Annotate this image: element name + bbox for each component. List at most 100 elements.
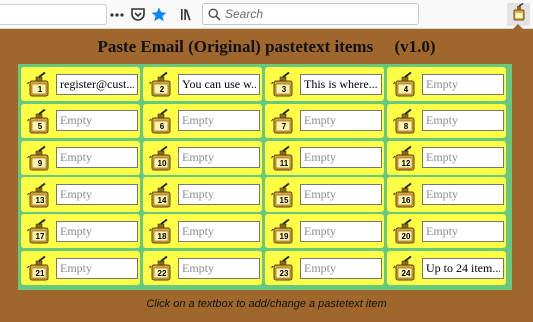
item-number: 19: [279, 232, 289, 242]
glue-bottle-icon: 9: [27, 145, 53, 171]
pastetext-item: 1: [21, 67, 140, 102]
glue-bottle-icon: 11: [271, 145, 297, 171]
search-box[interactable]: [202, 3, 419, 25]
library-icon[interactable]: [180, 6, 194, 23]
search-icon: [203, 7, 225, 21]
pastetext-textbox[interactable]: [300, 73, 382, 95]
item-number: 7: [281, 121, 287, 131]
pastetext-textbox[interactable]: [300, 220, 382, 242]
bookmark-star-icon[interactable]: [151, 6, 167, 23]
pastetext-textbox[interactable]: [422, 184, 504, 206]
pastetext-textbox[interactable]: [422, 73, 504, 95]
item-number: 1: [37, 85, 43, 95]
extension-button[interactable]: [507, 2, 530, 26]
glue-bottle-icon: 19: [271, 218, 297, 244]
pastetext-textbox[interactable]: [300, 110, 382, 132]
glue-bottle-icon: 23: [271, 255, 297, 281]
pastetext-textbox[interactable]: [422, 257, 504, 279]
glue-bottle-icon: [511, 2, 527, 26]
popup-footer: Click on a textbox to add/change a paste…: [146, 298, 387, 310]
item-number: 15: [279, 195, 289, 205]
item-number: 16: [401, 195, 411, 205]
pocket-icon[interactable]: [131, 6, 145, 23]
glue-bottle-icon: 12: [393, 145, 419, 171]
pastetext-item: 20: [387, 214, 506, 249]
item-number: 12: [401, 158, 411, 168]
popup-title: Paste Email (Original) pastetext items (…: [97, 37, 436, 56]
pastetext-item: 2: [143, 67, 262, 102]
pastetext-textbox[interactable]: [178, 184, 260, 206]
pastetext-textbox[interactable]: [56, 73, 138, 95]
pastetext-item: 13: [21, 177, 140, 212]
glue-bottle-icon: 15: [271, 182, 297, 208]
pastetext-item: 22: [143, 250, 262, 286]
pastetext-textbox[interactable]: [422, 147, 504, 169]
glue-bottle-icon: 7: [271, 108, 297, 134]
pastetext-textbox[interactable]: [178, 73, 260, 95]
item-number: 2: [159, 85, 165, 95]
glue-bottle-icon: 22: [149, 255, 175, 281]
item-number: 11: [279, 158, 289, 168]
pastetext-textbox[interactable]: [56, 220, 138, 242]
glue-bottle-icon: 14: [149, 182, 175, 208]
glue-bottle-icon: 1: [27, 71, 53, 97]
pastetext-item: 3: [265, 67, 384, 102]
pastetext-item: 9: [21, 140, 140, 175]
glue-bottle-icon: 2: [149, 71, 175, 97]
item-number: 5: [37, 121, 43, 131]
pastetext-textbox[interactable]: [178, 220, 260, 242]
browser-toolbar: [0, 0, 533, 29]
pastetext-item: 12: [387, 140, 506, 175]
item-number: 4: [403, 85, 409, 95]
search-input[interactable]: [225, 5, 410, 23]
pastetext-textbox[interactable]: [56, 184, 138, 206]
item-number: 18: [157, 232, 167, 242]
item-number: 21: [35, 269, 45, 279]
glue-bottle-icon: 10: [149, 145, 175, 171]
pastetext-textbox[interactable]: [300, 184, 382, 206]
glue-bottle-icon: 21: [27, 255, 53, 281]
item-number: 13: [35, 195, 45, 205]
pastetext-item: 4: [387, 67, 506, 102]
pastetext-textbox[interactable]: [178, 110, 260, 132]
pastetext-item: 14: [143, 177, 262, 212]
item-number: 3: [281, 85, 287, 95]
glue-bottle-icon: 13: [27, 182, 53, 208]
pastetext-textbox[interactable]: [56, 110, 138, 132]
item-number: 17: [35, 232, 45, 242]
pastetext-item: 15: [265, 177, 384, 212]
glue-bottle-icon: 18: [149, 218, 175, 244]
pastetext-textbox[interactable]: [178, 147, 260, 169]
pastetext-textbox[interactable]: [56, 147, 138, 169]
pastetext-textbox[interactable]: [56, 257, 138, 279]
url-bar[interactable]: [0, 4, 107, 25]
pastetext-textbox[interactable]: [422, 110, 504, 132]
pastetext-item: 24: [387, 250, 506, 286]
pastetext-item: 18: [143, 214, 262, 249]
glue-bottle-icon: 3: [271, 71, 297, 97]
pastetext-textbox[interactable]: [422, 220, 504, 242]
item-number: 23: [279, 269, 289, 279]
pastetext-item: 16: [387, 177, 506, 212]
item-number: 8: [403, 121, 409, 131]
pastetext-item: 19: [265, 214, 384, 249]
glue-bottle-icon: 5: [27, 108, 53, 134]
item-number: 22: [157, 269, 167, 279]
pastetext-item: 21: [21, 250, 140, 286]
glue-bottle-icon: 8: [393, 108, 419, 134]
pastetext-item: 10: [143, 140, 262, 175]
glue-bottle-icon: 17: [27, 218, 53, 244]
pastetext-item: 17: [21, 214, 140, 249]
pastetext-item: 5: [21, 103, 140, 139]
glue-bottle-icon: 20: [393, 218, 419, 244]
pastetext-item: 6: [143, 103, 262, 139]
pastetext-textbox[interactable]: [300, 257, 382, 279]
glue-bottle-icon: 24: [393, 255, 419, 281]
pastetext-textbox[interactable]: [300, 147, 382, 169]
pastetext-textbox[interactable]: [178, 257, 260, 279]
pastetext-item: 8: [387, 103, 506, 139]
item-number: 14: [157, 195, 167, 205]
pastetext-grid: 123456789101112131415161718192021222324: [18, 64, 512, 290]
overflow-menu-icon[interactable]: [110, 6, 124, 23]
glue-bottle-icon: 16: [393, 182, 419, 208]
